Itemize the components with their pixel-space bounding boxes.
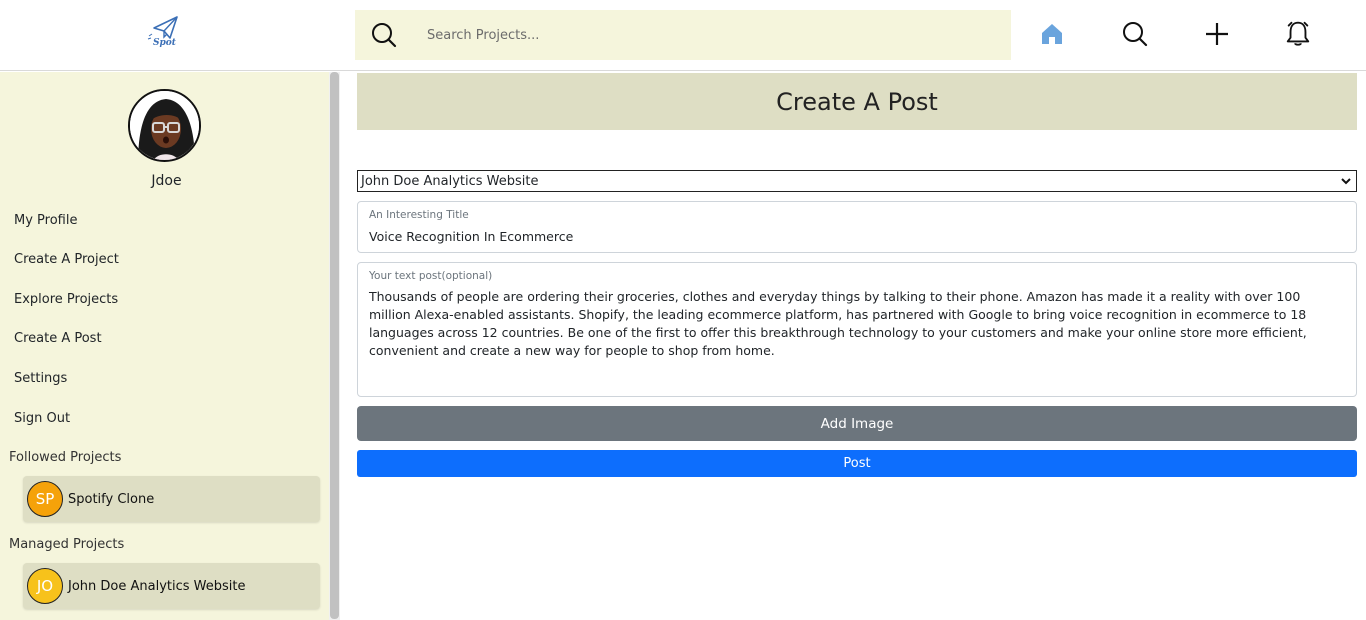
project-name: Spotify Clone	[68, 491, 155, 507]
page-title-text: Create A Post	[776, 87, 938, 116]
managed-projects-heading: Managed Projects	[9, 537, 125, 552]
title-field-value: Voice Recognition In Ecommerce	[369, 229, 574, 244]
project-initials-badge: SP	[27, 481, 63, 517]
search-input[interactable]	[427, 27, 947, 43]
text-post-label: Your text post(optional)	[369, 270, 493, 282]
menu-item-create-project[interactable]: Create A Project	[14, 252, 119, 267]
title-field-label: An Interesting Title	[369, 209, 469, 221]
followed-project-card[interactable]: SP Spotify Clone	[23, 476, 320, 522]
post-button[interactable]: Post	[357, 450, 1357, 477]
nav-search-icon[interactable]	[1121, 20, 1149, 48]
plus-icon[interactable]	[1203, 20, 1231, 48]
bell-icon[interactable]	[1284, 19, 1312, 47]
sidebar-scrollbar-thumb[interactable]	[330, 72, 339, 619]
text-post-field[interactable]: Your text post(optional) Thousands of pe…	[357, 262, 1357, 397]
add-image-button[interactable]: Add Image	[357, 406, 1357, 441]
chevron-down-icon	[1341, 178, 1351, 185]
username: Jdoe	[151, 173, 182, 189]
title-field[interactable]: An Interesting Title Voice Recognition I…	[357, 201, 1357, 253]
managed-project-card[interactable]: JO John Doe Analytics Website	[23, 563, 320, 609]
logo-text: Spot	[153, 38, 176, 48]
text-post-value: Thousands of people are ordering their g…	[369, 289, 1307, 358]
menu-item-explore-projects[interactable]: Explore Projects	[14, 292, 118, 307]
menu-item-sign-out[interactable]: Sign Out	[14, 411, 70, 426]
page-title: Create A Post	[357, 73, 1357, 130]
top-bar: Spot	[0, 0, 1366, 71]
paper-plane-logo-icon[interactable]	[146, 14, 184, 56]
project-name: John Doe Analytics Website	[68, 578, 246, 594]
project-select[interactable]: John Doe Analytics Website	[357, 170, 1357, 192]
menu-item-my-profile[interactable]: My Profile	[14, 213, 77, 228]
project-select-value: John Doe Analytics Website	[361, 173, 539, 189]
avatar[interactable]	[128, 89, 201, 162]
menu-item-settings[interactable]: Settings	[14, 371, 67, 386]
project-initials-badge: JO	[27, 568, 63, 604]
search-bar	[355, 10, 1011, 60]
search-icon[interactable]	[371, 22, 397, 48]
menu-item-create-post[interactable]: Create A Post	[14, 331, 102, 346]
home-icon[interactable]	[1040, 22, 1064, 46]
followed-projects-heading: Followed Projects	[9, 450, 122, 465]
